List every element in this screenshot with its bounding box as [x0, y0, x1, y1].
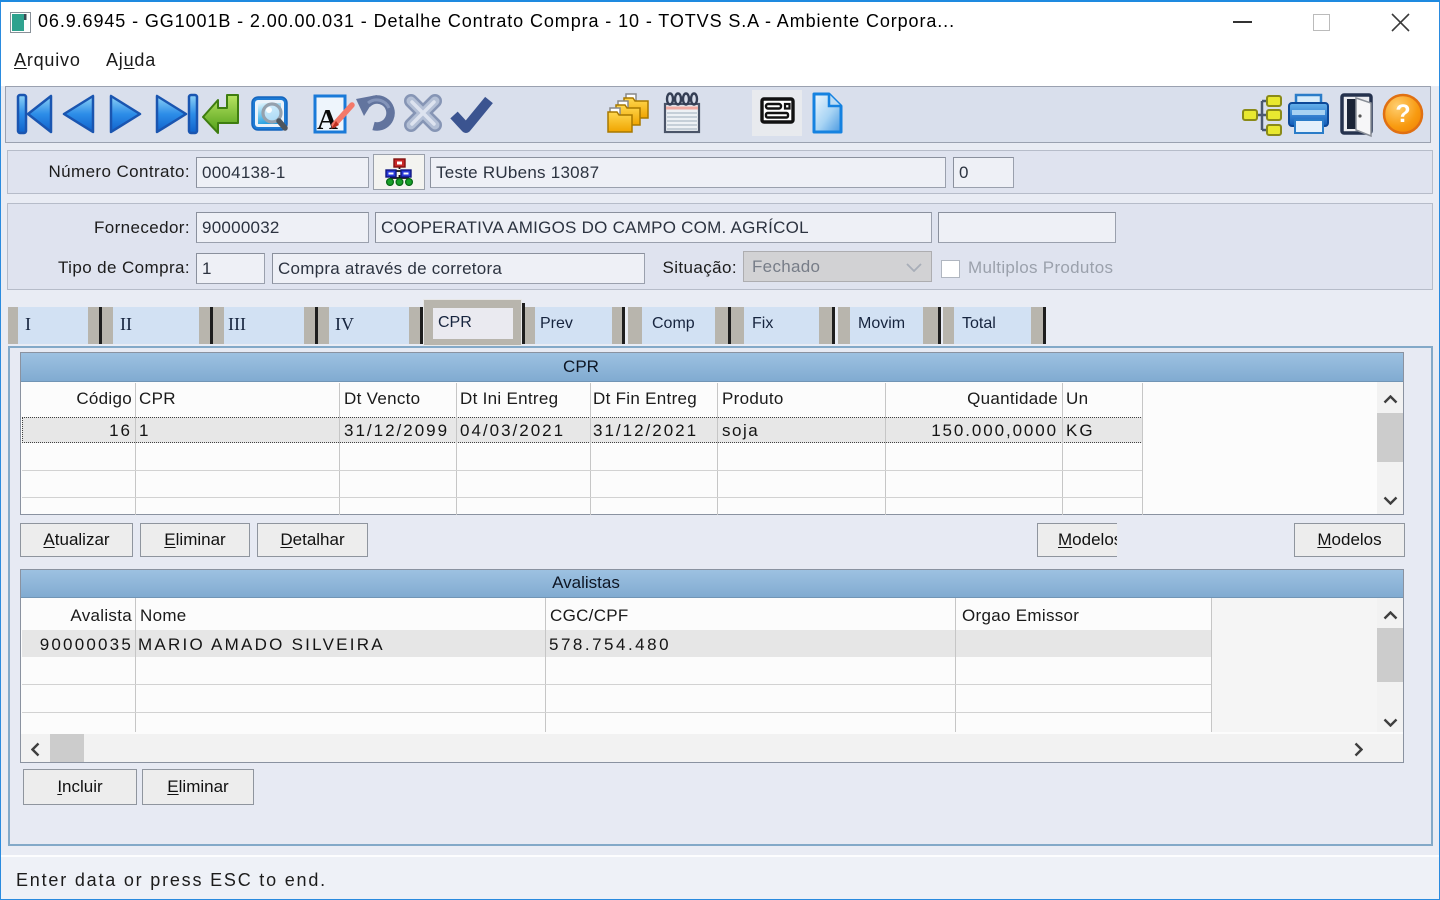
svg-text:?: ?: [1395, 100, 1410, 128]
